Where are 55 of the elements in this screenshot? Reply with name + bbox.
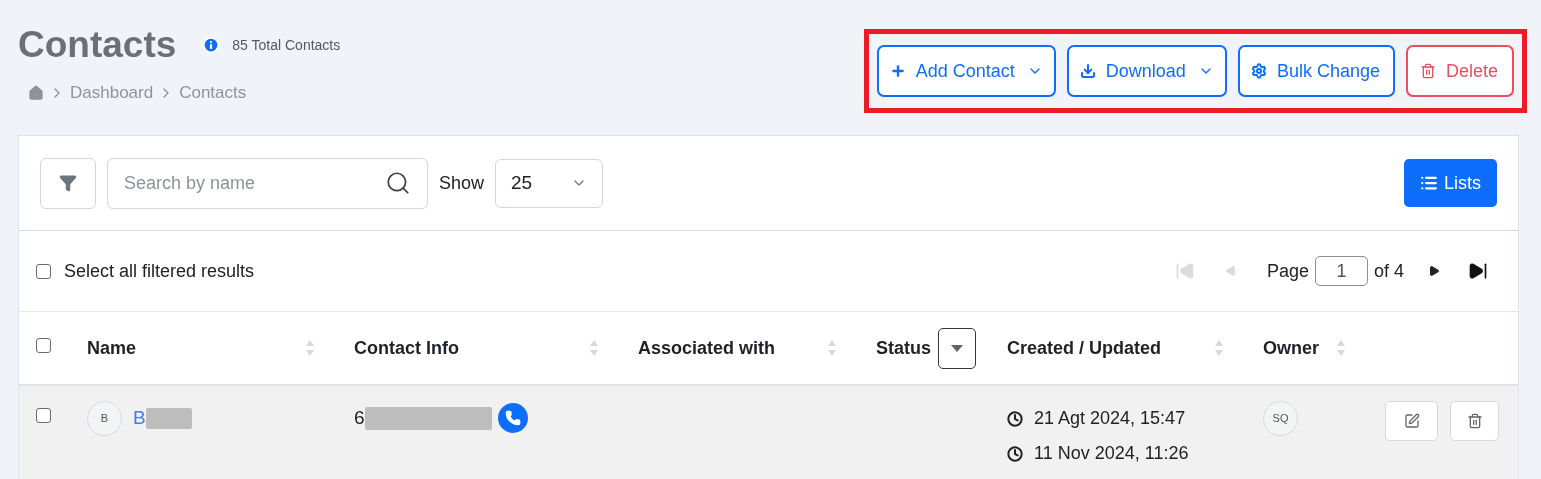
trash-icon xyxy=(1466,413,1483,429)
column-header: Name xyxy=(87,336,137,360)
column-header: Created / Updated xyxy=(1007,336,1162,360)
action-button[interactable]: Bulk Change xyxy=(1237,45,1395,97)
clock-icon xyxy=(1007,445,1023,462)
page-title: Contacts xyxy=(18,23,177,67)
lists-button[interactable]: Lists xyxy=(1404,159,1497,207)
contact-name-link[interactable]: B xyxy=(133,404,146,433)
table-row[interactable]: B B 6 21 Agt 2024, 15:47 11 Nov 2024, 11:26 SQ xyxy=(19,386,1518,479)
column-header: Status xyxy=(876,336,931,360)
action-button[interactable]: Add Contact xyxy=(876,45,1056,97)
edit-icon xyxy=(1403,413,1420,429)
breadcrumb-link[interactable]: Dashboard xyxy=(70,80,154,106)
owner-avatar: SQ xyxy=(1263,401,1298,436)
column-header: Associated with xyxy=(638,336,776,360)
total-contacts: 85 Total Contacts xyxy=(232,35,341,55)
delete-button[interactable] xyxy=(1450,401,1499,441)
redaction-bar xyxy=(145,408,192,429)
next-page-icon[interactable] xyxy=(1428,265,1440,277)
breadcrumb-link[interactable]: Contacts xyxy=(179,80,247,106)
avatar: B xyxy=(87,401,122,436)
home-icon[interactable] xyxy=(28,84,44,101)
show-label: Show xyxy=(439,171,485,195)
action-button[interactable]: Delete xyxy=(1405,45,1514,97)
select-all-label: Select all filtered results xyxy=(64,259,255,283)
timestamp: 11 Nov 2024, 11:26 xyxy=(1034,442,1189,465)
action-button[interactable]: Download xyxy=(1066,45,1227,97)
plus-icon xyxy=(889,63,906,79)
page-input[interactable]: 1 xyxy=(1314,256,1368,286)
last-page-icon[interactable] xyxy=(1468,261,1488,281)
filter-button[interactable] xyxy=(40,157,96,209)
trash-icon xyxy=(1419,63,1436,79)
list-icon xyxy=(1420,174,1438,192)
search-icon xyxy=(385,170,411,196)
phone-number: 6 xyxy=(354,405,365,430)
download-icon xyxy=(1079,63,1096,79)
edit-button[interactable] xyxy=(1385,401,1438,441)
search-field[interactable]: Search by name xyxy=(107,157,428,209)
call-button[interactable] xyxy=(497,403,528,433)
timestamp: 21 Agt 2024, 15:47 xyxy=(1034,407,1186,430)
page-size-select[interactable]: 25 xyxy=(495,158,604,208)
column-header: Owner xyxy=(1263,336,1319,360)
filter-icon xyxy=(59,174,77,192)
phone-icon xyxy=(504,410,521,426)
status-filter-button[interactable] xyxy=(938,327,976,369)
column-header: Contact Info xyxy=(354,336,459,360)
page-count: of 4 xyxy=(1373,259,1404,283)
info-icon xyxy=(202,36,221,54)
clock-icon xyxy=(1007,410,1023,427)
checkbox[interactable] xyxy=(36,338,51,353)
checkbox[interactable] xyxy=(36,408,51,423)
page-label: Page xyxy=(1266,259,1309,283)
checkbox[interactable] xyxy=(36,263,51,279)
caret-down-icon xyxy=(951,344,963,352)
search-input[interactable]: Search by name xyxy=(124,169,385,197)
